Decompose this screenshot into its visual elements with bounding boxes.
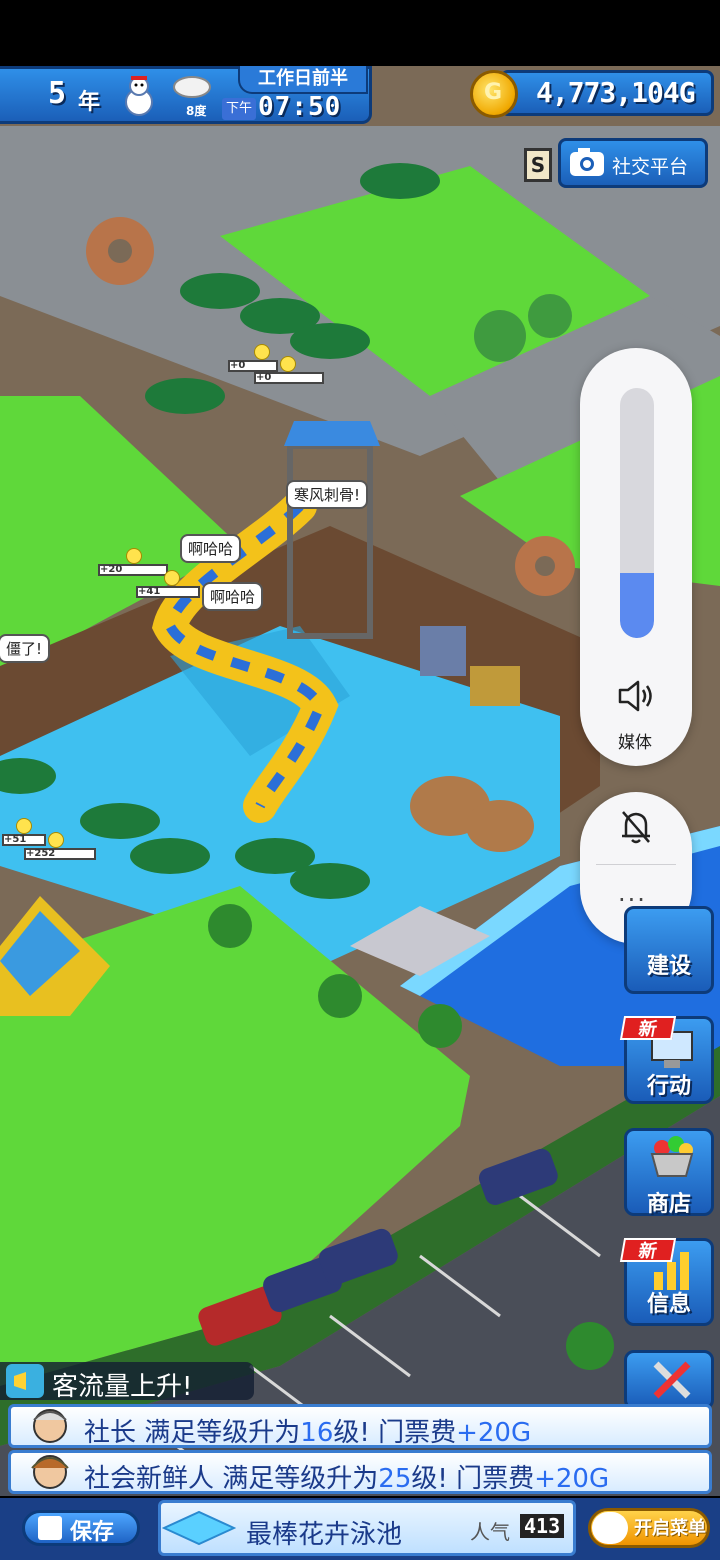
speech-bubble: 僵了!: [0, 634, 51, 663]
cloud-icon: [173, 76, 211, 98]
toggle-knob: [592, 1512, 628, 1544]
save-label: 保存: [70, 1520, 115, 1545]
message-text: 社会新鲜人 满足等级升为25级! 门票费+20G: [84, 1464, 610, 1494]
satisfaction-bar: +51: [2, 834, 46, 846]
system-status-bar: [0, 0, 720, 66]
media-label: 媒体: [618, 733, 652, 753]
game-scene[interactable]: [0, 66, 720, 1496]
satisfaction-bar: +41: [136, 586, 200, 598]
megaphone-icon: [6, 1364, 44, 1398]
avatar: [31, 1455, 69, 1489]
notice-text: 客流量上升!: [52, 1372, 193, 1402]
park-map: [0, 66, 720, 1496]
clock-time: 07:50: [258, 92, 342, 122]
speech-bubble: 啊哈哈: [202, 582, 264, 611]
year-value: 5: [48, 76, 67, 111]
speaker-icon[interactable]: [616, 678, 656, 714]
park-title: 最棒花卉泳池: [246, 1520, 403, 1550]
volume-slider[interactable]: [620, 388, 654, 638]
speech-bubble: 啊哈哈: [180, 534, 242, 563]
speech-bubble: 寒风刺骨!: [286, 480, 369, 509]
open-menu-label: 开启菜单: [634, 1518, 706, 1539]
smiley-icon: [16, 818, 32, 834]
money-value: 4,773,104G: [536, 76, 696, 109]
volume-fill: [620, 573, 654, 638]
build-label: 建设: [646, 954, 691, 979]
snowman-icon: [125, 76, 153, 116]
camera-icon: [570, 148, 604, 176]
shopping-basket-icon: [650, 1136, 694, 1177]
bell-off-icon[interactable]: [618, 808, 654, 846]
info-label: 信息: [646, 1292, 691, 1317]
ampm-badge: 下午: [222, 98, 256, 120]
popularity-label: 人气: [470, 1520, 510, 1544]
new-badge: 新: [619, 1238, 677, 1262]
coin-letter: G: [484, 80, 503, 105]
more-options-icon[interactable]: ···: [618, 888, 654, 912]
satisfaction-bar: +0: [254, 372, 324, 384]
popularity-value: 413: [520, 1514, 565, 1538]
save-icon: [38, 1516, 62, 1540]
satisfaction-bar: +252: [24, 848, 96, 860]
smiley-icon: [126, 548, 142, 564]
smiley-icon: [254, 344, 270, 360]
pool-icon: [162, 1510, 236, 1546]
message-text: 社长 满足等级升为16级! 门票费+20G: [84, 1418, 532, 1448]
social-platform-label: 社交平台: [612, 156, 689, 178]
avatar: [33, 1409, 67, 1443]
divider: [596, 864, 676, 865]
social-rank-badge: S: [524, 148, 552, 182]
smiley-icon: [164, 570, 180, 586]
action-label: 行动: [646, 1074, 691, 1099]
smiley-icon: [280, 356, 296, 372]
year-unit: 年: [78, 90, 101, 115]
tools-icon: [653, 1361, 691, 1399]
shop-label: 商店: [646, 1192, 691, 1217]
satisfaction-bar: +20: [98, 564, 168, 576]
smiley-icon: [48, 832, 64, 848]
period-tag: 工作日前半: [238, 66, 368, 94]
satisfaction-bar: +0: [228, 360, 278, 372]
new-badge: 新: [619, 1016, 677, 1040]
temperature: 8度: [186, 104, 207, 118]
